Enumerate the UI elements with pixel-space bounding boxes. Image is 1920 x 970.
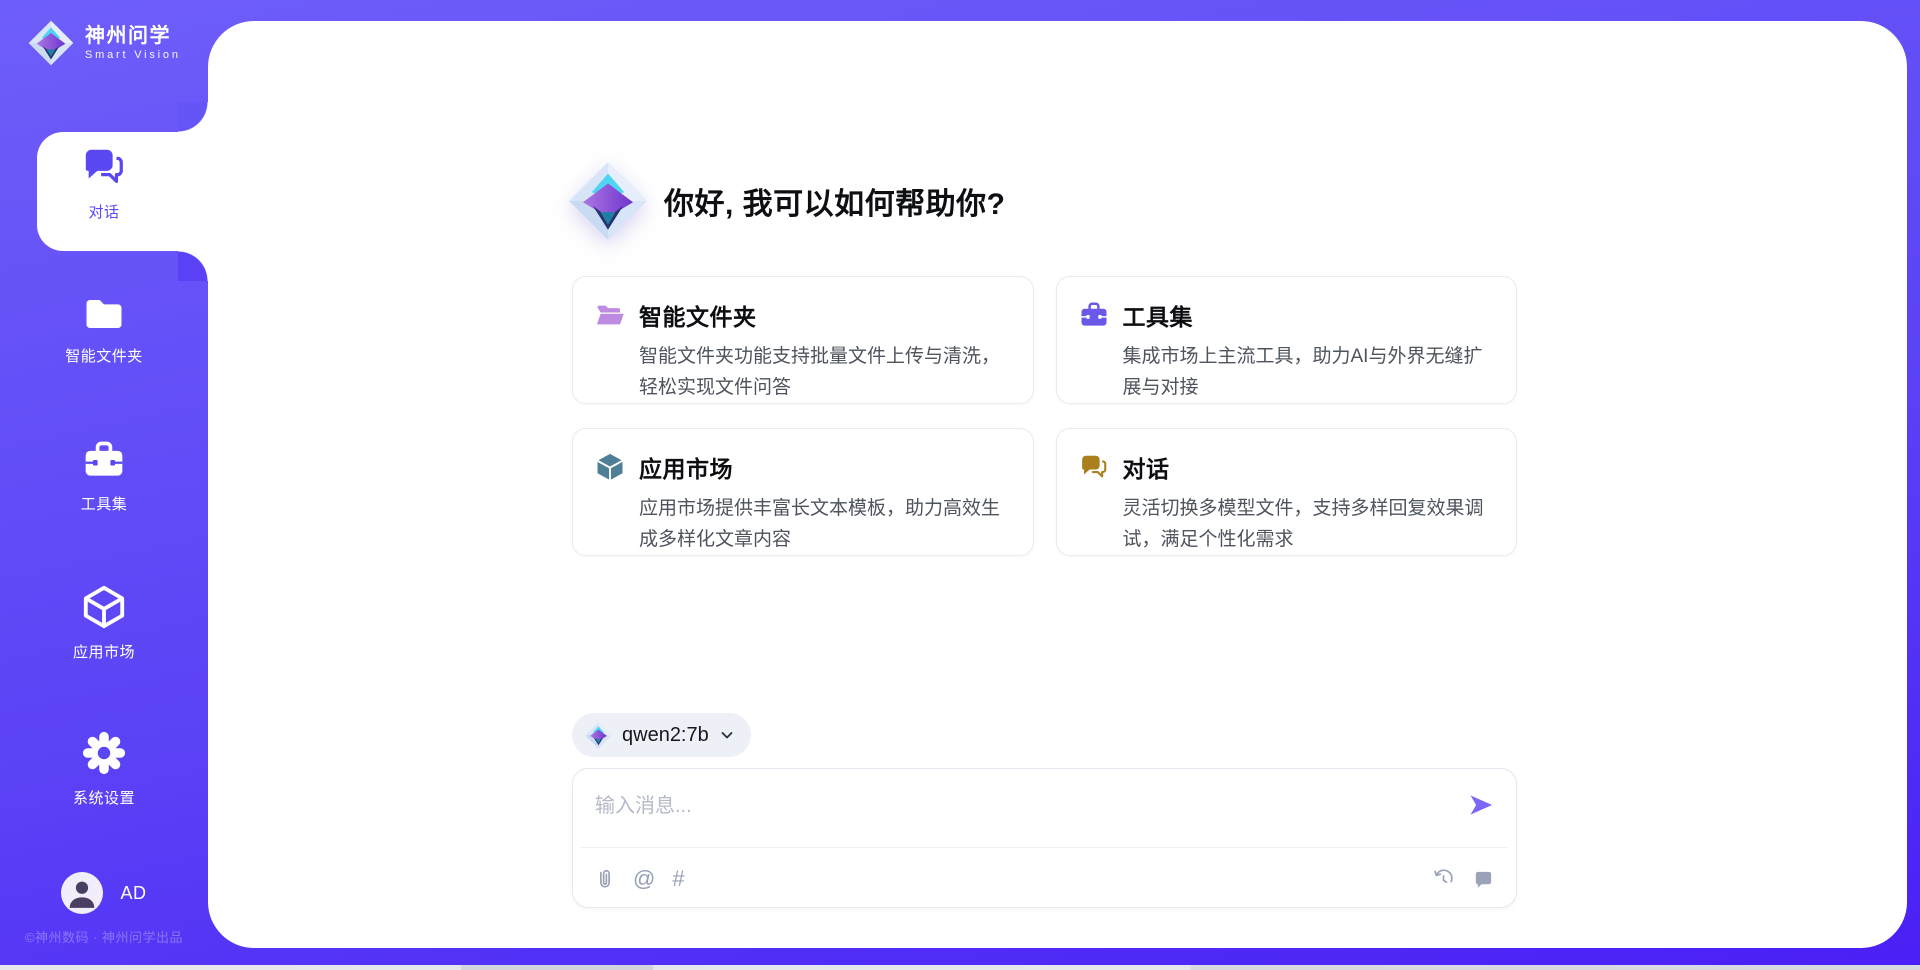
card-title: 智能文件夹 bbox=[639, 298, 1009, 332]
card-description: 集成市场上主流工具，助力AI与外界无缝扩展与对接 bbox=[1123, 341, 1493, 403]
chat-icon bbox=[81, 144, 127, 190]
composer-toolbar: @ # bbox=[594, 859, 1495, 899]
chat-bubble-icon bbox=[1472, 868, 1495, 891]
history-icon bbox=[1432, 868, 1455, 891]
sidebar-item-label: 应用市场 bbox=[0, 641, 208, 662]
toolbox-icon bbox=[82, 438, 126, 482]
card-description: 智能文件夹功能支持批量文件上传与清洗，轻松实现文件问答 bbox=[639, 341, 1009, 403]
chat-icon bbox=[1079, 452, 1109, 482]
card-title: 工具集 bbox=[1123, 298, 1493, 332]
mention-button[interactable]: @ bbox=[633, 868, 655, 890]
folder-icon bbox=[83, 294, 125, 334]
app-root: 神州问学 Smart Vision 对话 智能文件夹 bbox=[0, 0, 1920, 970]
user-name: AD bbox=[120, 883, 146, 904]
model-name: qwen2:7b bbox=[622, 724, 709, 747]
chevron-down-icon bbox=[719, 727, 735, 743]
card-title: 对话 bbox=[1123, 450, 1493, 484]
history-button[interactable] bbox=[1432, 868, 1455, 891]
sidebar-item-app-market[interactable]: 应用市场 bbox=[0, 584, 208, 662]
folder-icon bbox=[595, 300, 625, 330]
sidebar: 神州问学 Smart Vision 对话 智能文件夹 bbox=[0, 0, 208, 965]
card-description: 应用市场提供丰富长文本模板，助力高效生成多样化文章内容 bbox=[639, 493, 1009, 555]
cube-icon bbox=[595, 452, 625, 482]
card-chat[interactable]: 对话 灵活切换多模型文件，支持多样回复效果调试，满足个性化需求 bbox=[1056, 428, 1518, 556]
topic-button[interactable]: # bbox=[672, 868, 684, 890]
card-app-market[interactable]: 应用市场 应用市场提供丰富长文本模板，助力高效生成多样化文章内容 bbox=[572, 428, 1034, 556]
card-toolbox[interactable]: 工具集 集成市场上主流工具，助力AI与外界无缝扩展与对接 bbox=[1056, 276, 1518, 404]
paperclip-icon bbox=[594, 867, 616, 891]
user-menu[interactable]: AD bbox=[0, 872, 208, 914]
assistant-logo-icon bbox=[568, 161, 648, 241]
brand: 神州问学 Smart Vision bbox=[28, 20, 181, 66]
sidebar-item-toolbox[interactable]: 工具集 bbox=[0, 438, 208, 514]
model-selector[interactable]: qwen2:7b bbox=[572, 713, 751, 757]
message-input[interactable] bbox=[573, 769, 1516, 841]
model-logo-icon bbox=[585, 722, 612, 749]
sidebar-item-settings[interactable]: 系统设置 bbox=[0, 730, 208, 808]
sidebar-item-label: 工具集 bbox=[0, 493, 208, 514]
toolbox-icon bbox=[1079, 300, 1109, 330]
composer-divider bbox=[581, 847, 1508, 848]
brand-name: 神州问学 bbox=[85, 25, 181, 47]
card-description: 灵活切换多模型文件，支持多样回复效果调试，满足个性化需求 bbox=[1123, 493, 1493, 555]
greeting-title: 你好, 我可以如何帮助你? bbox=[664, 179, 1006, 223]
avatar bbox=[61, 872, 103, 914]
new-chat-button[interactable] bbox=[1472, 868, 1495, 891]
feature-cards: 智能文件夹 智能文件夹功能支持批量文件上传与清洗，轻松实现文件问答 工具集 集成… bbox=[572, 276, 1517, 556]
sidebar-item-label: 智能文件夹 bbox=[0, 345, 208, 366]
at-icon: @ bbox=[633, 868, 655, 890]
sidebar-item-chat[interactable]: 对话 bbox=[0, 144, 208, 222]
card-title: 应用市场 bbox=[639, 450, 1009, 484]
sidebar-item-smart-folder[interactable]: 智能文件夹 bbox=[0, 294, 208, 366]
taskbar-sliver bbox=[0, 965, 1920, 970]
active-tab-notch-bottom bbox=[178, 251, 208, 281]
card-smart-folder[interactable]: 智能文件夹 智能文件夹功能支持批量文件上传与清洗，轻松实现文件问答 bbox=[572, 276, 1034, 404]
send-button[interactable] bbox=[1466, 791, 1496, 821]
send-icon bbox=[1467, 791, 1495, 819]
message-composer: @ # bbox=[572, 768, 1517, 908]
sidebar-footer: ©神州数码 · 神州问学出品 bbox=[0, 927, 208, 946]
sidebar-item-label: 对话 bbox=[0, 201, 208, 222]
sidebar-item-label: 系统设置 bbox=[0, 787, 208, 808]
greeting: 你好, 我可以如何帮助你? bbox=[568, 161, 1006, 241]
brand-logo-icon bbox=[28, 20, 74, 66]
main-panel: 你好, 我可以如何帮助你? 智能文件夹 智能文件夹功能支持批量文件上传与清洗，轻… bbox=[208, 21, 1907, 948]
active-tab-notch-top bbox=[178, 102, 208, 132]
attach-file-button[interactable] bbox=[594, 867, 616, 891]
gear-icon bbox=[81, 730, 127, 776]
hash-icon: # bbox=[672, 868, 684, 890]
cube-icon bbox=[81, 584, 127, 630]
brand-subtitle: Smart Vision bbox=[85, 49, 181, 61]
